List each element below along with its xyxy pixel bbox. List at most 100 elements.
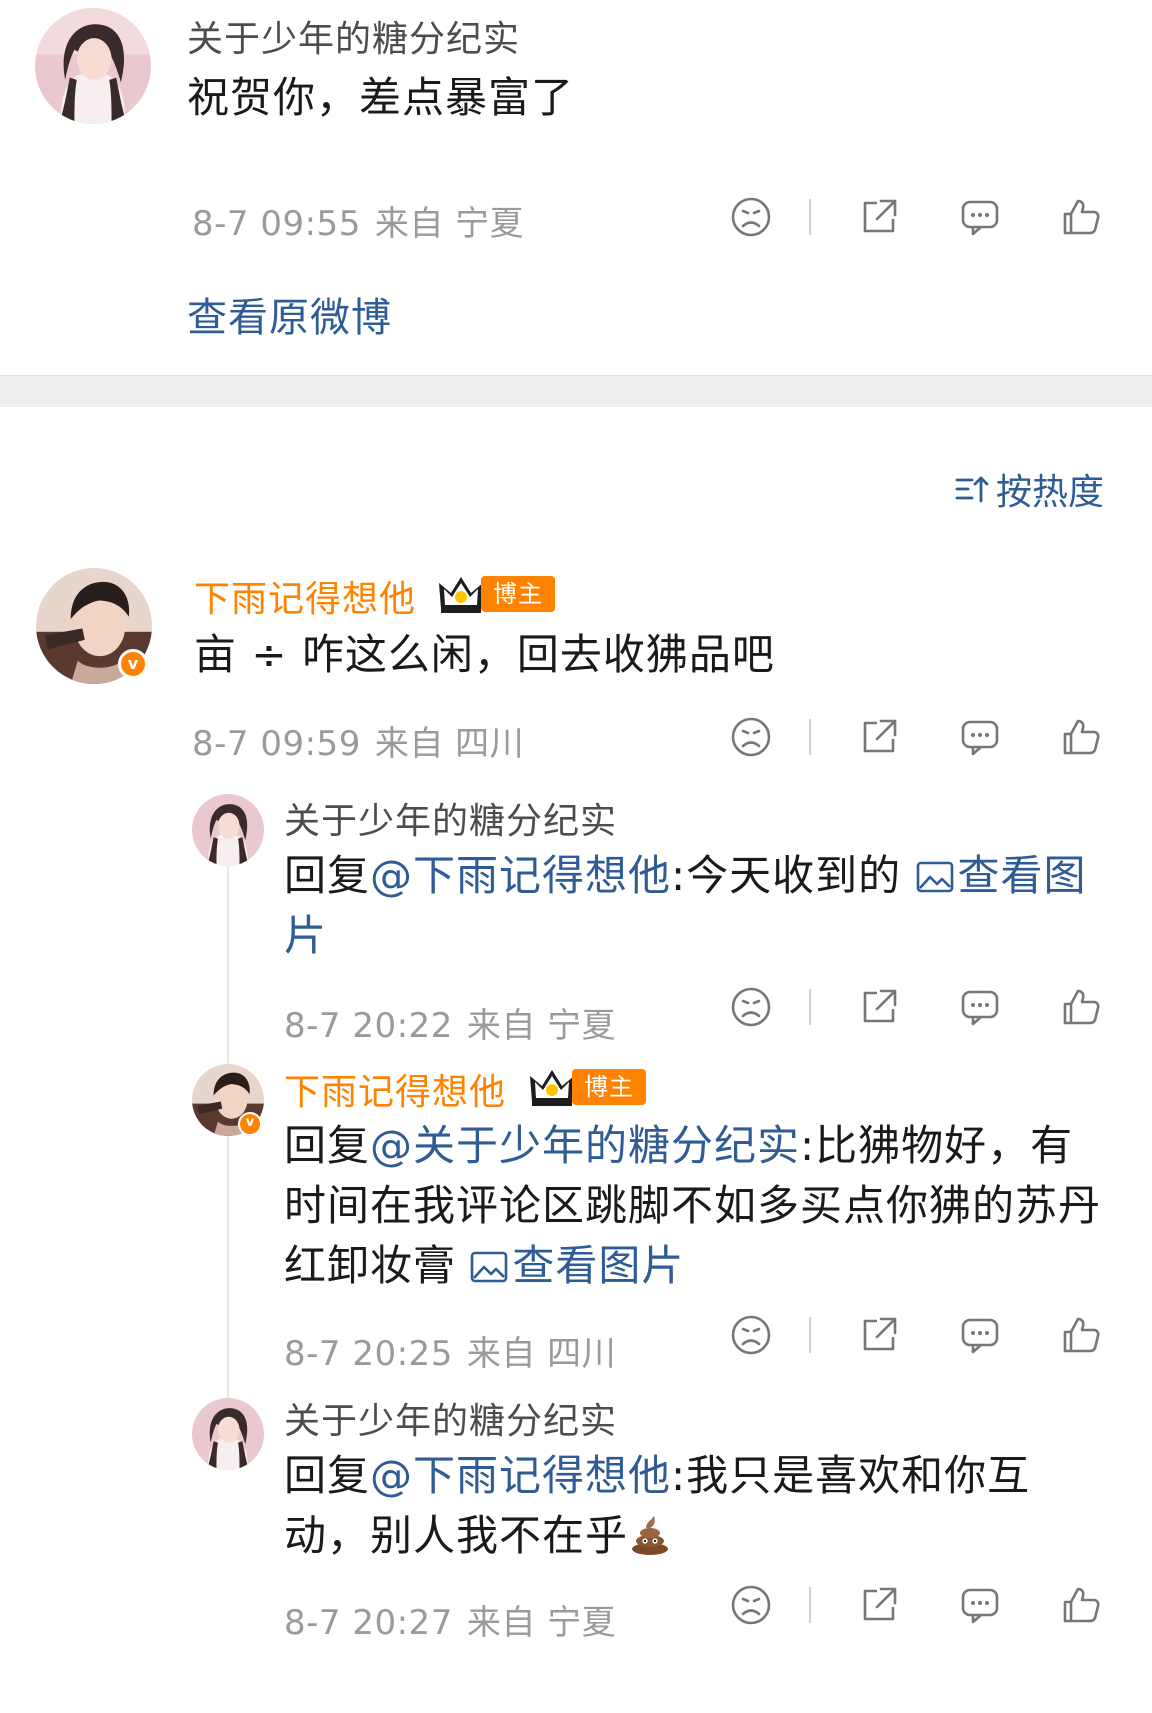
reply-meta: 8-7 20:27 来自 宁夏 xyxy=(284,1595,630,1644)
post-text: 祝贺你，差点暴富了 xyxy=(187,73,575,122)
sad-face-icon xyxy=(731,987,771,1027)
share-button[interactable] xyxy=(849,707,909,767)
like-button[interactable] xyxy=(1051,977,1111,1037)
sad-face-icon xyxy=(731,1585,771,1625)
view-original-post-link[interactable]: 查看原微博 xyxy=(187,285,392,343)
comment-actions xyxy=(721,707,1111,767)
avatar-girl-image xyxy=(192,1398,264,1470)
post-actions xyxy=(721,187,1111,247)
share-icon xyxy=(863,1317,897,1351)
share-icon xyxy=(863,1587,897,1621)
share-button[interactable] xyxy=(849,187,909,247)
comment-button[interactable] xyxy=(950,707,1010,767)
like-button[interactable] xyxy=(1051,187,1111,247)
thumbs-up-icon xyxy=(1063,1317,1100,1353)
blogger-tag: 博主 xyxy=(572,1069,646,1105)
blogger-tag: 博主 xyxy=(481,576,555,612)
share-icon xyxy=(863,199,897,233)
action-divider xyxy=(809,1587,811,1623)
reply-time: 8-7 20:22 xyxy=(284,1006,453,1046)
dislike-button[interactable] xyxy=(721,977,781,1037)
comment-icon xyxy=(961,1588,999,1624)
reply-time: 8-7 20:27 xyxy=(284,1603,453,1643)
comment-button[interactable] xyxy=(950,1575,1010,1635)
reply-source: 来自 四川 xyxy=(466,1334,617,1374)
mention-link[interactable]: @关于少年的糖分纪实 xyxy=(370,1121,800,1170)
reply-actions xyxy=(721,1305,1111,1365)
reply-prefix: 回复 xyxy=(284,851,371,900)
post-time: 8-7 09:55 xyxy=(192,204,361,244)
weibo-comment-page: 关于少年的糖分纪实 祝贺你，差点暴富了 8-7 09:55 来自 宁夏 查看原微博 xyxy=(0,0,1152,1713)
thumbs-up-icon xyxy=(1063,1587,1100,1623)
reply-source: 来自 宁夏 xyxy=(466,1006,617,1046)
sad-face-icon xyxy=(731,197,771,237)
thumbs-up-icon xyxy=(1063,719,1100,755)
reply-text: 回复@下雨记得想他:我只是喜欢和你互动，别人我不在乎 xyxy=(284,1446,1114,1566)
verified-badge-icon: v xyxy=(118,649,148,679)
picture-icon xyxy=(471,1251,508,1283)
blogger-badge: 博主 xyxy=(528,1066,646,1108)
share-button[interactable] xyxy=(849,977,909,1037)
comment-button[interactable] xyxy=(950,1305,1010,1365)
reply-author-name[interactable]: 下雨记得想他 xyxy=(284,1063,506,1115)
avatar-girl-image xyxy=(192,794,264,866)
crown-icon xyxy=(530,1070,574,1106)
comment-author-name[interactable]: 下雨记得想他 xyxy=(194,570,416,622)
view-picture-label: 查看图片 xyxy=(512,1241,685,1290)
action-divider xyxy=(809,1317,811,1353)
post-author-name[interactable]: 关于少年的糖分纪实 xyxy=(187,10,520,62)
avatar-girl-image xyxy=(35,8,151,124)
comment-time: 8-7 09:59 xyxy=(192,724,361,764)
mention-link[interactable]: @下雨记得想他 xyxy=(370,851,671,900)
verified-badge-icon: v xyxy=(238,1112,262,1136)
comment-icon xyxy=(961,1318,999,1354)
section-divider xyxy=(0,375,1152,407)
avatar[interactable] xyxy=(192,794,264,866)
comment-source: 来自 四川 xyxy=(374,724,525,764)
poop-emoji-icon xyxy=(632,1516,669,1555)
reply-time: 8-7 20:25 xyxy=(284,1334,453,1374)
reply-prefix: 回复 xyxy=(284,1121,371,1170)
reply-author-name[interactable]: 关于少年的糖分纪实 xyxy=(284,792,617,844)
reply-author-name[interactable]: 关于少年的糖分纪实 xyxy=(284,1392,617,1444)
picture-icon xyxy=(916,861,953,893)
blogger-badge: 博主 xyxy=(437,573,555,615)
dislike-button[interactable] xyxy=(721,1305,781,1365)
like-button[interactable] xyxy=(1051,707,1111,767)
mention-link[interactable]: @下雨记得想他 xyxy=(370,1451,671,1500)
reply-meta: 8-7 20:22 来自 宁夏 xyxy=(284,998,630,1047)
dislike-button[interactable] xyxy=(721,707,781,767)
comment-button[interactable] xyxy=(950,187,1010,247)
action-divider xyxy=(809,989,811,1025)
sort-by-hot-button[interactable]: 按热度 xyxy=(954,463,1104,515)
avatar[interactable] xyxy=(192,1398,264,1470)
reply-prefix: 回复 xyxy=(284,1451,371,1500)
reply-body: :今天收到的 xyxy=(671,851,916,900)
reply-actions xyxy=(721,977,1111,1037)
reply-text: 回复@关于少年的糖分纪实:比狒物好，有时间在我评论区跳脚不如多买点你狒的苏丹红卸… xyxy=(284,1116,1114,1296)
dislike-button[interactable] xyxy=(721,1575,781,1635)
post-meta: 8-7 09:55 来自 宁夏 xyxy=(192,196,538,245)
share-button[interactable] xyxy=(849,1305,909,1365)
dislike-button[interactable] xyxy=(721,187,781,247)
comment-button[interactable] xyxy=(950,977,1010,1037)
post-source: 来自 宁夏 xyxy=(374,204,525,244)
like-button[interactable] xyxy=(1051,1305,1111,1365)
action-divider xyxy=(809,719,811,755)
share-icon xyxy=(863,719,897,753)
comment-text: 亩 ÷ 咋这么闲，回去收狒品吧 xyxy=(194,630,775,679)
sad-face-icon xyxy=(731,1315,771,1355)
like-button[interactable] xyxy=(1051,1575,1111,1635)
sort-label: 按热度 xyxy=(995,472,1104,513)
sad-face-icon xyxy=(731,717,771,757)
action-divider xyxy=(809,199,811,235)
comment-icon xyxy=(961,990,999,1026)
view-picture-link[interactable]: 查看图片 xyxy=(470,1241,684,1290)
reply-thread-line xyxy=(227,866,229,1406)
comment-icon xyxy=(961,200,999,236)
reply-meta: 8-7 20:25 来自 四川 xyxy=(284,1326,630,1375)
thumbs-up-icon xyxy=(1063,989,1100,1025)
avatar[interactable] xyxy=(35,8,151,124)
comment-meta: 8-7 09:59 来自 四川 xyxy=(192,716,538,765)
share-button[interactable] xyxy=(849,1575,909,1635)
